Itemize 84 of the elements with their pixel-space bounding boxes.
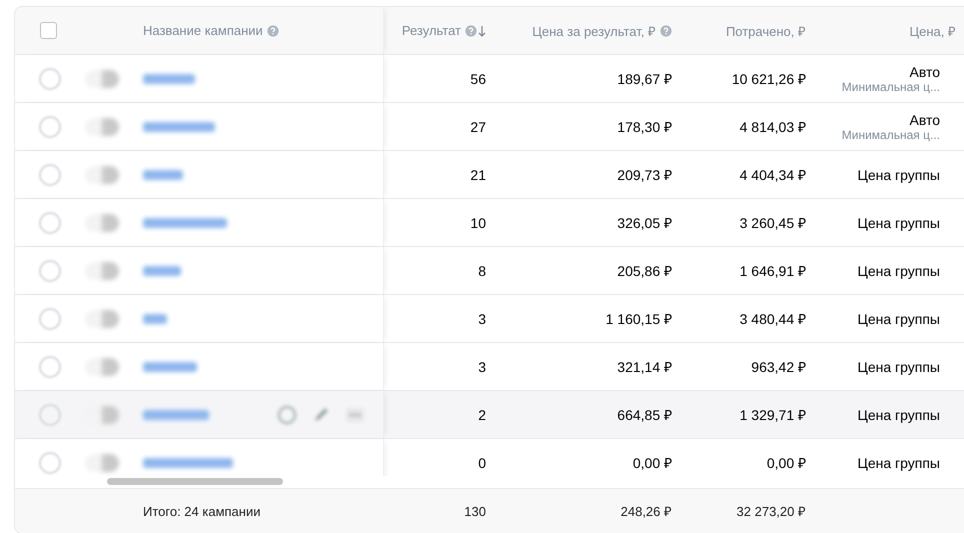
table-cell-text: 205,86 ₽: [617, 262, 672, 280]
table-cell: 3: [478, 358, 486, 374]
help-icon[interactable]: [660, 24, 672, 36]
table-cell: Цена группы: [857, 310, 940, 326]
table-cell-text: 178,30 ₽: [617, 118, 672, 136]
toggle-switch[interactable]: [85, 262, 119, 280]
circle-icon[interactable]: [277, 404, 297, 424]
table-cell: 10: [470, 214, 486, 230]
table-cell: Цена группы: [857, 406, 940, 422]
toggle-switch[interactable]: [85, 70, 119, 88]
table-cell-text: 0,00 ₽: [632, 454, 672, 472]
checkbox[interactable]: [39, 164, 61, 186]
table-cell: Цена группы: [857, 262, 940, 278]
checkbox[interactable]: [39, 116, 61, 138]
table-cell-text: 3 260,45 ₽: [740, 214, 806, 232]
toggle-switch[interactable]: [85, 358, 119, 376]
table-cell: 21: [470, 166, 486, 182]
table-cell-text: 1 160,15 ₽: [606, 310, 672, 328]
table-cell-text: 321,14 ₽: [617, 358, 672, 376]
table-cell: Цена группы: [857, 358, 940, 374]
blurred-link[interactable]: [143, 74, 195, 84]
table-cell: 3: [478, 310, 486, 326]
checkbox[interactable]: [39, 308, 61, 330]
table-cell: Цена группы: [857, 454, 940, 470]
table-cell: Авто: [909, 112, 940, 128]
toggle-switch[interactable]: [85, 214, 119, 232]
table-cell-text: 4 404,34 ₽: [740, 166, 806, 184]
checkbox[interactable]: [39, 356, 61, 378]
highlighted-row[interactable]: 2 664,85 ₽ 1 329,71 ₽ Цена группы: [15, 391, 964, 439]
sort-down-icon[interactable]: [478, 24, 486, 36]
blurred-link[interactable]: [143, 314, 167, 324]
table-row[interactable]: 56 189,67 ₽ 10 621,26 ₽ Авто Минимальная ц...: [15, 55, 964, 103]
table-cell: 27: [470, 118, 486, 134]
price-note: Минимальная ц...: [842, 80, 940, 94]
table-row[interactable]: 0 0,00 ₽ 0,00 ₽ Цена группы: [15, 439, 964, 476]
blurred-link[interactable]: [143, 410, 209, 420]
table-cell-text: 963,42 ₽: [751, 358, 806, 376]
table-cell: Авто: [909, 64, 940, 80]
blurred-link[interactable]: [143, 266, 181, 276]
help-icon[interactable]: [266, 24, 279, 36]
totals-label: Итого: 24 кампании: [143, 504, 260, 518]
checkbox[interactable]: [39, 212, 61, 234]
table-cell: Цена группы: [857, 214, 940, 230]
table-row[interactable]: 27 178,30 ₽ 4 814,03 ₽ Авто Минимальная ц...: [15, 103, 964, 151]
toggle-switch[interactable]: [85, 118, 119, 136]
table-cell-text: 1 646,91 ₽: [740, 262, 806, 280]
table-cell-text: 1 329,71 ₽: [740, 406, 806, 424]
table-cell-text: 664,85 ₽: [617, 406, 672, 424]
table-row[interactable]: 3 321,14 ₽ 963,42 ₽ Цена группы: [15, 343, 964, 391]
table-row[interactable]: 8 205,86 ₽ 1 646,91 ₽ Цена группы: [15, 247, 964, 295]
checkbox[interactable]: [39, 68, 61, 90]
scrollbar-thumb[interactable]: [107, 478, 283, 485]
table-cell-text: 3 480,44 ₽: [740, 310, 806, 328]
price-note: Минимальная ц...: [842, 128, 940, 142]
blurred-link[interactable]: [143, 122, 215, 132]
table-row[interactable]: 10 326,05 ₽ 3 260,45 ₽ Цена группы: [15, 199, 964, 247]
blurred-link[interactable]: [143, 362, 197, 372]
table-cell-text: 0,00 ₽: [766, 454, 806, 472]
checkbox[interactable]: [39, 260, 61, 282]
toggle-switch[interactable]: [85, 406, 119, 424]
blurred-link[interactable]: [143, 218, 227, 228]
table-row[interactable]: 21 209,73 ₽ 4 404,34 ₽ Цена группы: [15, 151, 964, 199]
total-cell-text: 32 273,20 ₽: [736, 503, 806, 520]
table-cell-text: 4 814,03 ₽: [740, 118, 806, 136]
toggle-switch[interactable]: [85, 166, 119, 184]
total-cell-text: 248,26 ₽: [620, 503, 672, 520]
blurred-link[interactable]: [143, 458, 233, 468]
table-cell-text: 189,67 ₽: [617, 70, 672, 88]
table-cell-text: 10 621,26 ₽: [732, 70, 806, 88]
table-cell-text: 326,05 ₽: [617, 214, 672, 232]
table-cell-text: 209,73 ₽: [617, 166, 672, 184]
toggle-switch[interactable]: [85, 310, 119, 328]
table-cell: Цена группы: [857, 166, 940, 182]
table-cell: 2: [478, 406, 486, 422]
help-icon[interactable]: [465, 24, 477, 36]
table-row[interactable]: 3 1 160,15 ₽ 3 480,44 ₽ Цена группы: [15, 295, 964, 343]
blurred-link[interactable]: [143, 170, 183, 180]
table-cell: 56: [470, 70, 486, 86]
table-cell: 8: [478, 262, 486, 278]
table-cell: 0: [478, 454, 486, 470]
toggle-switch[interactable]: [85, 454, 119, 472]
checkbox[interactable]: [39, 452, 61, 474]
select-all-checkbox[interactable]: [40, 22, 57, 39]
total-cell: 130: [464, 504, 486, 518]
